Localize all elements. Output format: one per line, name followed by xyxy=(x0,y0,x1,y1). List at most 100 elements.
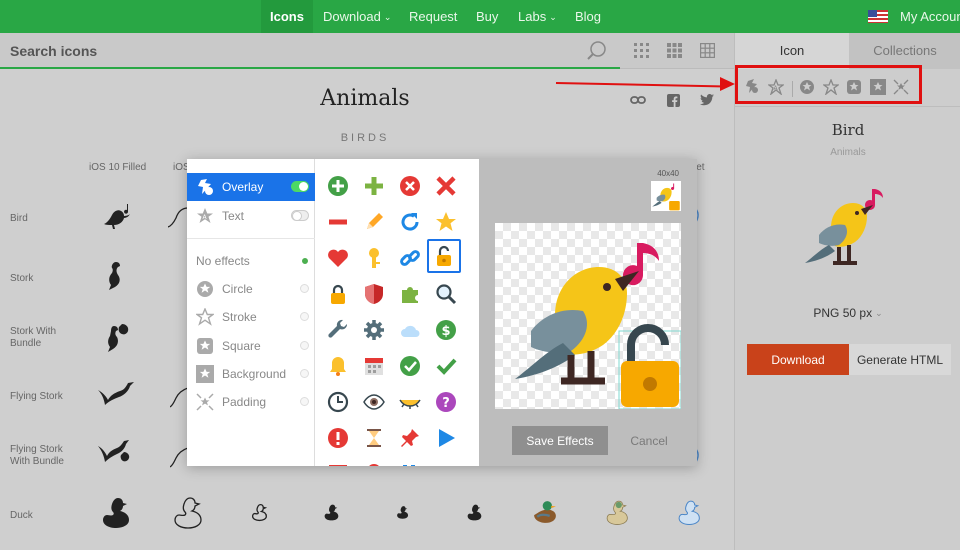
overlay-toggle[interactable] xyxy=(291,181,309,192)
effect-circle[interactable]: Circle xyxy=(187,275,315,303)
overlay-add-circle[interactable] xyxy=(321,169,355,203)
overlay-minus[interactable] xyxy=(321,205,355,239)
bird-filled-icon[interactable] xyxy=(100,198,136,234)
overlay-help[interactable]: ? xyxy=(429,385,463,419)
overlay-key[interactable] xyxy=(357,241,391,275)
tab-collections[interactable]: Collections xyxy=(849,33,960,69)
overlay-star[interactable] xyxy=(429,205,463,239)
search-input[interactable] xyxy=(10,41,570,61)
background-radio[interactable] xyxy=(300,369,309,378)
us-flag-icon[interactable] xyxy=(868,10,888,23)
duck-android-icon[interactable] xyxy=(465,502,485,522)
effect-text[interactable]: A Text xyxy=(187,202,315,230)
twitter-icon[interactable] xyxy=(700,94,714,106)
eye-icon xyxy=(363,394,385,410)
overlay-pin[interactable] xyxy=(393,421,427,455)
flying-stork-bundle-filled-icon[interactable] xyxy=(96,434,136,470)
flying-stork-outline-icon[interactable] xyxy=(170,378,188,412)
overlay-edit[interactable] xyxy=(357,205,391,239)
overlay-add[interactable] xyxy=(357,169,391,203)
effect-stroke-label: Stroke xyxy=(222,310,257,324)
checkmark-icon xyxy=(436,358,457,375)
overlay-lock[interactable] xyxy=(321,277,355,311)
overlay-partial-3[interactable] xyxy=(393,457,427,466)
text-toggle[interactable] xyxy=(291,210,309,221)
effect-background[interactable]: Background xyxy=(187,360,315,388)
nav-blog[interactable]: Blog xyxy=(575,0,601,33)
overlay-dollar[interactable]: $ xyxy=(429,313,463,347)
save-effects-button[interactable]: Save Effects xyxy=(512,426,608,455)
grid-medium-icon[interactable] xyxy=(667,43,682,58)
stork-filled-icon[interactable] xyxy=(100,258,136,294)
overlay-wrench[interactable] xyxy=(321,313,355,347)
overlay-clock[interactable] xyxy=(321,385,355,419)
square-radio[interactable] xyxy=(300,341,309,350)
duck-outline-icon[interactable] xyxy=(170,494,208,530)
hourglass-icon xyxy=(367,429,381,447)
duck-filled-icon[interactable] xyxy=(98,494,136,530)
duck-tiny-filled-icon[interactable] xyxy=(395,504,411,520)
duck-small-outline-icon[interactable] xyxy=(250,502,270,522)
bird-outline-icon[interactable] xyxy=(168,200,188,234)
padding-radio[interactable] xyxy=(300,397,309,406)
overlay-partial-1[interactable] xyxy=(321,457,355,466)
effect-preview-pane: 40x40 Save Effects Cancel xyxy=(479,159,697,466)
overlay-bell[interactable] xyxy=(321,349,355,383)
closed-eye-icon xyxy=(399,399,421,409)
overlay-refresh[interactable] xyxy=(393,205,427,239)
overlay-hourglass[interactable] xyxy=(357,421,391,455)
effect-no-effects[interactable]: No effects xyxy=(187,247,315,275)
search-icon[interactable] xyxy=(586,40,608,62)
nav-labs[interactable]: Labs ⌄ xyxy=(518,0,557,33)
overlay-cloud[interactable] xyxy=(393,313,427,347)
grid-large-icon[interactable] xyxy=(700,43,715,58)
duck-small-filled-icon[interactable] xyxy=(322,502,342,522)
overlay-unlock[interactable] xyxy=(427,239,461,273)
flying-stork-filled-icon[interactable] xyxy=(96,376,136,412)
cancel-button[interactable]: Cancel xyxy=(619,426,679,455)
overlay-cancel-circle[interactable] xyxy=(393,169,427,203)
nav-icons[interactable]: Icons xyxy=(261,0,313,33)
overlay-eye[interactable] xyxy=(357,385,391,419)
overlay-checkmark-circle[interactable] xyxy=(393,349,427,383)
duck-blue-icon[interactable] xyxy=(675,498,705,526)
unlock-icon xyxy=(437,245,451,266)
effect-padding[interactable]: Padding xyxy=(187,388,315,416)
duck-office-icon[interactable] xyxy=(603,498,633,526)
tab-icon[interactable]: Icon xyxy=(735,33,849,69)
overlay-puzzle[interactable] xyxy=(393,277,427,311)
overlay-search[interactable] xyxy=(429,277,463,311)
download-button[interactable]: Download xyxy=(747,344,849,375)
selected-icon-category[interactable]: Animals xyxy=(735,147,960,158)
format-select[interactable]: PNG 50 px ⌄ xyxy=(735,306,960,320)
link-icon[interactable] xyxy=(630,94,646,106)
overlay-cancel[interactable] xyxy=(429,169,463,203)
effect-stroke[interactable]: Stroke xyxy=(187,303,315,331)
stroke-radio[interactable] xyxy=(300,312,309,321)
overlay-settings[interactable] xyxy=(357,313,391,347)
stork-bundle-filled-icon[interactable] xyxy=(100,320,136,356)
overlay-play[interactable] xyxy=(429,421,463,455)
nav-buy[interactable]: Buy xyxy=(476,0,498,33)
effect-square[interactable]: Square xyxy=(187,332,315,360)
overlay-heart[interactable] xyxy=(321,241,355,275)
overlay-link[interactable] xyxy=(393,241,427,275)
generate-html-button[interactable]: Generate HTML xyxy=(849,344,951,375)
overlay-partial-2[interactable] xyxy=(357,457,391,466)
circle-radio[interactable] xyxy=(300,284,309,293)
effect-overlay[interactable]: Overlay xyxy=(187,173,315,201)
grid-small-icon[interactable] xyxy=(634,43,649,58)
overlay-checkmark[interactable] xyxy=(429,349,463,383)
no-effects-radio[interactable] xyxy=(302,258,308,264)
my-account-link[interactable]: My Account xyxy=(900,0,960,33)
dollar-icon: $ xyxy=(436,320,456,340)
overlay-hidden[interactable] xyxy=(393,385,427,419)
nav-request[interactable]: Request xyxy=(409,0,457,33)
overlay-calendar[interactable] xyxy=(357,349,391,383)
nav-download[interactable]: Download ⌄ xyxy=(323,0,391,33)
duck-color-icon[interactable] xyxy=(530,498,560,526)
flying-stork-bundle-outline-icon[interactable] xyxy=(170,438,188,472)
facebook-icon[interactable] xyxy=(667,94,680,107)
overlay-error[interactable] xyxy=(321,421,355,455)
overlay-shield[interactable] xyxy=(357,277,391,311)
